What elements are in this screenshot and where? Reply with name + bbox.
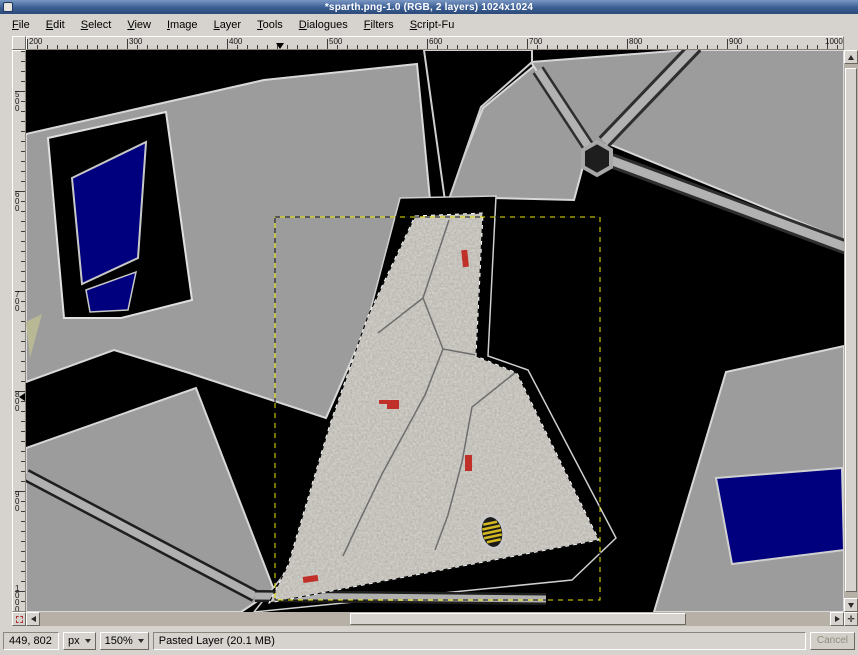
quickmask-icon (16, 616, 23, 623)
status-message-frame: Pasted Layer (20.1 MB) (153, 632, 806, 650)
cancel-button-label: Cancel (817, 635, 848, 646)
navigation-icon: ✛ (847, 614, 855, 624)
cancel-button[interactable]: Cancel (810, 632, 855, 650)
menu-item[interactable]: Layer (206, 16, 250, 34)
arrow-right-icon (835, 616, 840, 622)
hexagon-node (583, 142, 611, 175)
vertical-scrollbar[interactable] (844, 50, 858, 612)
zoom-value: 150% (105, 635, 133, 647)
menu-item[interactable]: Tools (249, 16, 291, 34)
scroll-right-button[interactable] (830, 612, 844, 626)
ruler-label: 700 (15, 291, 22, 312)
vertical-ruler[interactable]: 500 600 700 800 900 1000 (12, 50, 26, 612)
scroll-down-button[interactable] (844, 598, 858, 612)
quickmask-button[interactable] (12, 612, 26, 626)
horizontal-scroll-thumb[interactable] (350, 613, 686, 625)
ruler-label: 1000 (825, 37, 843, 46)
arrow-up-icon (848, 55, 854, 60)
horizontal-scrollbar[interactable] (26, 612, 844, 626)
menu-item[interactable]: Script-Fu (402, 16, 463, 34)
gimp-window: *sparth.png-1.0 (RGB, 2 layers) 1024x102… (0, 0, 858, 655)
status-message: Pasted Layer (20.1 MB) (159, 635, 275, 647)
ruler-label: 1000 (15, 585, 22, 612)
ruler-label: 900 (729, 37, 742, 46)
unit-select[interactable]: px (63, 632, 96, 650)
cursor-position-display: 449, 802 (3, 632, 59, 650)
menu-item[interactable]: Image (159, 16, 206, 34)
chevron-down-icon (138, 639, 144, 643)
ruler-label: 700 (529, 37, 542, 46)
app-icon (3, 2, 13, 12)
ruler-label: 900 (15, 491, 22, 512)
ruler-label: 600 (429, 37, 442, 46)
arrow-down-icon (848, 603, 854, 608)
ruler-label: 400 (229, 37, 242, 46)
menubar: File Edit Select View Image Layer Tools … (0, 14, 858, 36)
scroll-up-button[interactable] (844, 50, 858, 64)
menu-item[interactable]: View (119, 16, 159, 34)
window-title: *sparth.png-1.0 (RGB, 2 layers) 1024x102… (325, 2, 533, 13)
arrow-left-icon (31, 616, 36, 622)
ruler-label: 600 (15, 191, 22, 212)
artwork-svg (26, 50, 844, 612)
ruler-label: 500 (329, 37, 342, 46)
horizontal-ruler[interactable]: 200 300 400 500 600 700 800 900 1000 (26, 36, 844, 50)
scroll-left-button[interactable] (26, 612, 40, 626)
menu-item[interactable]: Filters (356, 16, 402, 34)
chevron-down-icon (85, 639, 91, 643)
menu-item[interactable]: Edit (38, 16, 73, 34)
ruler-label: 500 (15, 91, 22, 112)
cursor-position-value: 449, 802 (9, 635, 52, 647)
cursor-position-marker (276, 43, 284, 49)
image-canvas[interactable] (26, 50, 844, 612)
ruler-label: 200 (29, 37, 42, 46)
zoom-select[interactable]: 150% (100, 632, 149, 650)
menu-item[interactable]: Select (73, 16, 120, 34)
statusbar: 449, 802 px 150% Pasted Layer (20.1 MB) … (0, 626, 858, 655)
menu-item[interactable]: File (4, 16, 38, 34)
ruler-label: 800 (629, 37, 642, 46)
blue-region-bottom-right (716, 468, 844, 564)
ruler-corner-button[interactable] (12, 36, 26, 50)
ruler-label: 800 (15, 391, 22, 412)
ruler-label: 300 (129, 37, 142, 46)
navigation-button[interactable]: ✛ (844, 612, 858, 626)
vertical-scroll-thumb[interactable] (845, 68, 857, 592)
unit-value: px (68, 635, 80, 647)
menu-item[interactable]: Dialogues (291, 16, 356, 34)
titlebar[interactable]: *sparth.png-1.0 (RGB, 2 layers) 1024x102… (0, 0, 858, 14)
